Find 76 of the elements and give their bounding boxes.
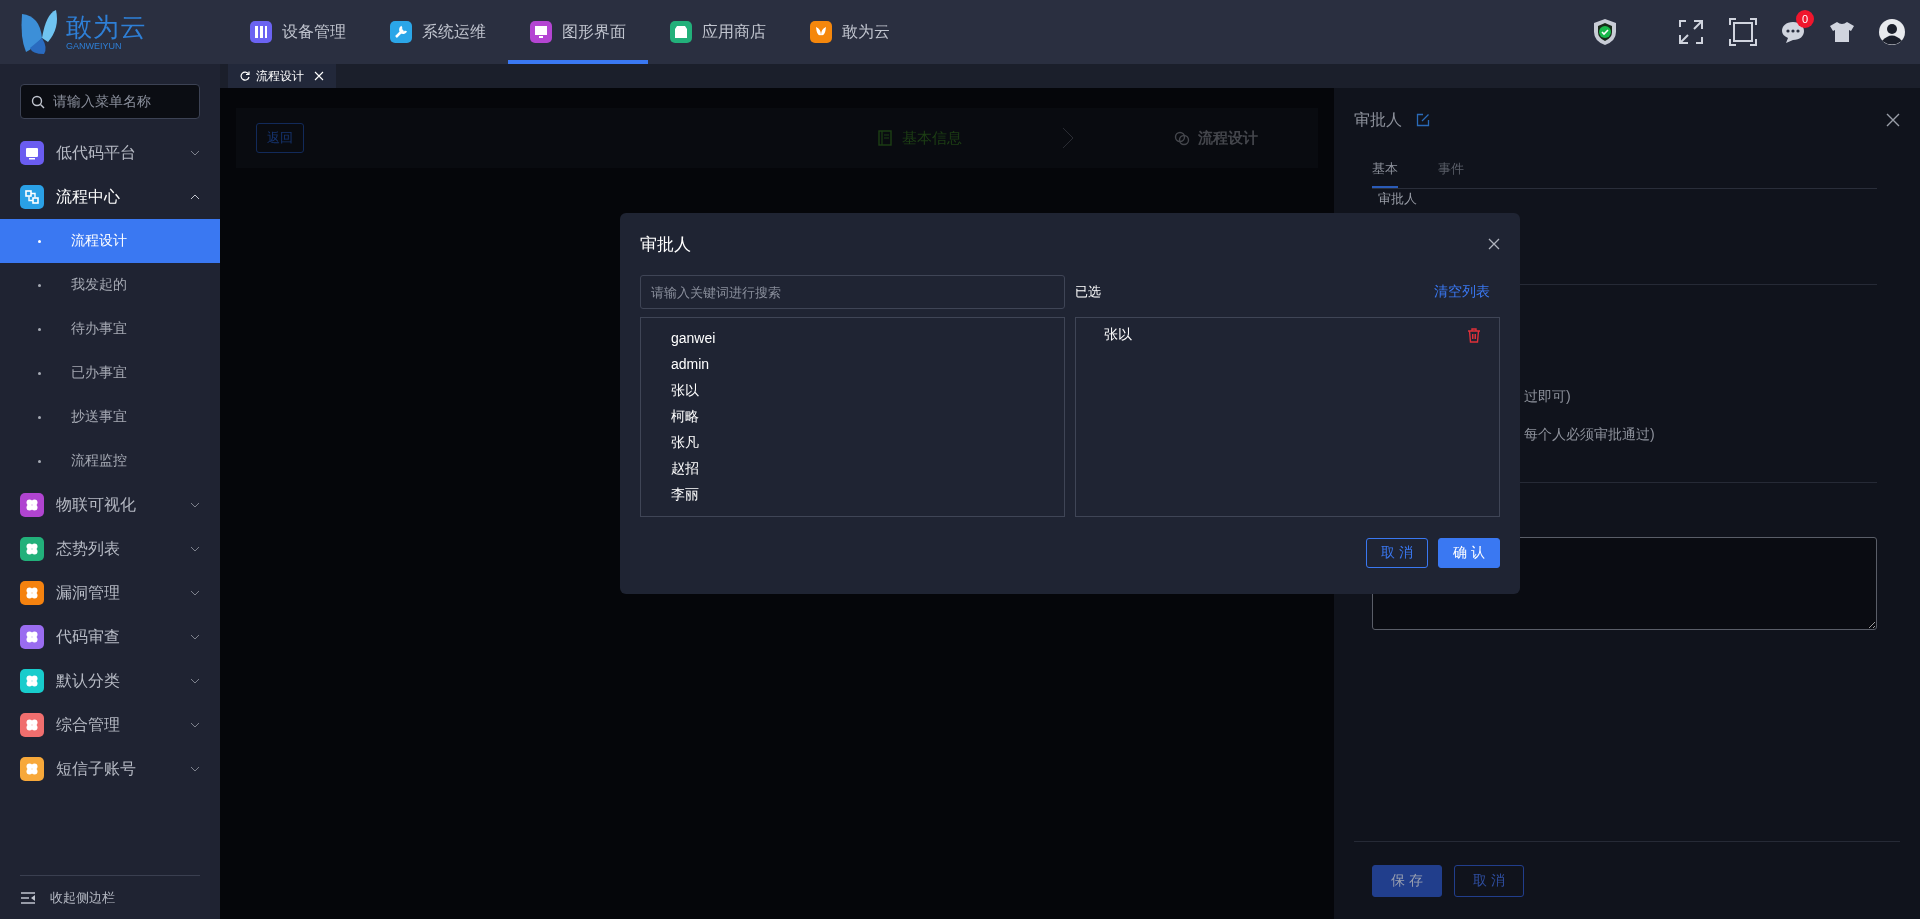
bullet-icon — [38, 283, 41, 287]
selected-user: 张以 — [1104, 326, 1132, 344]
bullet-icon — [38, 239, 41, 243]
menu-group[interactable]: 流程中心 — [0, 175, 220, 219]
logo-subtitle: GANWEIYUN — [66, 41, 123, 51]
tshirt-icon[interactable] — [1828, 20, 1856, 44]
document-icon — [878, 130, 894, 146]
user-item[interactable]: 张凡 — [671, 434, 1064, 455]
bullet-icon — [38, 459, 41, 463]
avatar-icon[interactable] — [1878, 18, 1906, 46]
menu-group[interactable]: 态势列表 — [0, 527, 220, 571]
user-item[interactable]: 张以 — [671, 382, 1064, 403]
menu-group[interactable]: 物联可视化 — [0, 483, 220, 527]
dialog-title: 审批人 — [640, 233, 691, 256]
menu-group[interactable]: 低代码平台 — [0, 131, 220, 175]
menu-item[interactable]: 已办事宜 — [0, 351, 220, 395]
user-item[interactable]: admin — [671, 356, 1064, 377]
confirm-button[interactable]: 确认 — [1438, 538, 1500, 568]
search-icon — [31, 94, 45, 109]
menu-search-field[interactable]: 请输入菜单名称 — [20, 84, 200, 119]
screen-frame-icon[interactable] — [1728, 17, 1758, 47]
chevron-down-icon — [190, 590, 200, 596]
notification-badge: 0 — [1796, 10, 1814, 28]
nav-tab[interactable]: 系统运维 — [368, 0, 508, 64]
search-field[interactable]: 请输入关键词进行搜索 — [640, 275, 1065, 309]
option-label: 每个人必须审批通过) — [1524, 426, 1656, 444]
user-item[interactable]: 柯略 — [671, 408, 1064, 429]
collapse-sidebar-link[interactable]: 收起侧边栏 — [50, 888, 115, 907]
user-item[interactable]: ganwei — [671, 330, 1064, 351]
edit-icon[interactable] — [1416, 113, 1430, 127]
chevron-down-icon — [190, 502, 200, 508]
link-rings-icon — [1174, 130, 1190, 146]
close-icon[interactable] — [1886, 113, 1900, 127]
drawer-title: 审批人 — [1354, 109, 1402, 130]
menu-group[interactable]: 漏洞管理 — [0, 571, 220, 615]
menu-item[interactable]: 我发起的 — [0, 263, 220, 307]
collapse-sidebar-icon[interactable] — [20, 890, 36, 905]
cancel-button[interactable]: 取消 — [1366, 538, 1428, 568]
nav-tab[interactable]: 应用商店 — [648, 0, 788, 64]
bullet-icon — [38, 327, 41, 331]
menu-item[interactable]: 流程监控 — [0, 439, 220, 483]
fullscreen-icon[interactable] — [1676, 17, 1706, 47]
page-tab[interactable]: 流程设计 — [228, 64, 336, 88]
menu-group[interactable]: 短信子账号 — [0, 747, 220, 791]
clear-list-link[interactable]: 清空列表 — [1434, 283, 1500, 301]
step: 流程设计 — [1174, 128, 1258, 148]
menu-item[interactable]: 抄送事宜 — [0, 395, 220, 439]
nav-tab[interactable]: 敢为云 — [788, 0, 912, 64]
menu-item[interactable]: 待办事宜 — [0, 307, 220, 351]
bullet-icon — [38, 415, 41, 419]
refresh-icon — [240, 71, 250, 81]
menu-group[interactable]: 默认分类 — [0, 659, 220, 703]
bullet-icon — [38, 371, 41, 375]
trash-icon[interactable] — [1467, 327, 1481, 343]
user-item[interactable]: 赵招 — [671, 460, 1064, 481]
close-icon[interactable] — [1488, 238, 1500, 250]
chevron-down-icon — [190, 546, 200, 552]
chevron-down-icon — [190, 722, 200, 728]
drawer-tab[interactable]: 基本 — [1372, 152, 1398, 188]
menu-group[interactable]: 综合管理 — [0, 703, 220, 747]
chevron-down-icon — [190, 678, 200, 684]
save-button[interactable]: 保存 — [1372, 864, 1442, 897]
menu-group[interactable]: 代码审查 — [0, 615, 220, 659]
search-placeholder: 请输入菜单名称 — [53, 92, 151, 111]
menu-item[interactable]: 流程设计 — [0, 219, 220, 263]
field-label: 审批人 — [1378, 191, 1418, 207]
shield-check-icon[interactable] — [1592, 17, 1618, 47]
option-label: 过即可) — [1524, 388, 1572, 406]
chevron-down-icon — [190, 634, 200, 640]
selected-label: 已选 — [1075, 283, 1101, 301]
user-item[interactable]: 李丽 — [671, 486, 1064, 507]
chevron-down-icon — [190, 150, 200, 156]
logo-name: 敢为云 — [66, 13, 147, 40]
chevron-up-icon — [190, 194, 200, 200]
nav-tab[interactable]: 设备管理 — [228, 0, 368, 64]
chevron-down-icon — [190, 766, 200, 772]
